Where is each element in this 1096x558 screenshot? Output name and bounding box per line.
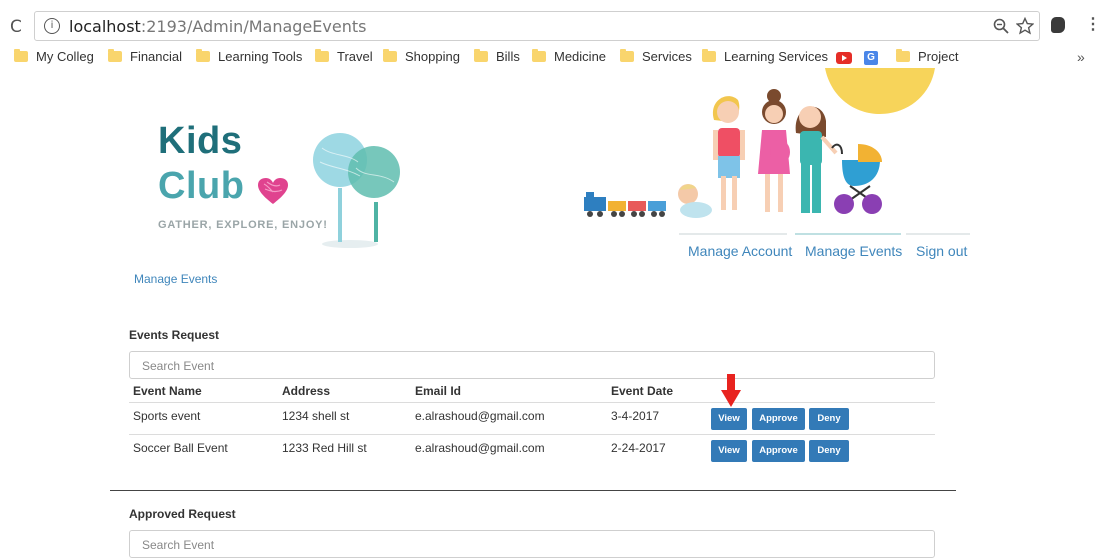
bookmarks-bar: My Colleg Financial Learning Tools Trave… xyxy=(0,46,1096,70)
approved-request-search[interactable] xyxy=(129,530,935,558)
events-request-title: Events Request xyxy=(129,328,220,342)
cell-event-date: 2-24-2017 xyxy=(611,441,666,455)
col-header-address: Address xyxy=(282,384,331,398)
bookmark-label: Learning Tools xyxy=(218,49,303,64)
reload-icon[interactable]: C xyxy=(10,17,22,37)
bookmark-label: Shopping xyxy=(405,49,460,64)
logo-kids-text: Kids xyxy=(158,120,243,162)
heart-icon xyxy=(258,178,288,204)
deny-button[interactable]: Deny xyxy=(809,408,849,430)
nav-link-manage-events[interactable]: Manage Events xyxy=(805,243,902,259)
bookmark-label: Travel xyxy=(337,49,373,64)
bookmark-learning-services[interactable]: Learning Services xyxy=(702,49,828,67)
bookmark-label: My Colleg xyxy=(36,49,94,64)
cell-address: 1234 shell st xyxy=(282,409,350,423)
logo-club-text: Club xyxy=(158,165,245,207)
view-button[interactable]: View xyxy=(711,408,747,430)
youtube-icon[interactable] xyxy=(836,52,852,64)
folder-icon xyxy=(108,49,122,62)
bookmark-bills[interactable]: Bills xyxy=(474,49,520,67)
bookmark-financial[interactable]: Financial xyxy=(108,49,182,67)
extension-icon[interactable] xyxy=(1051,17,1065,33)
cell-address: 1233 Red Hill st xyxy=(282,441,367,455)
red-arrow-icon xyxy=(721,374,741,407)
bookmark-travel[interactable]: Travel xyxy=(315,49,373,67)
cell-event-name: Sports event xyxy=(133,409,201,423)
url-host: localhost xyxy=(69,17,141,36)
cell-email: e.alrashoud@gmail.com xyxy=(415,441,545,455)
menu-icon[interactable]: ⋮ xyxy=(1085,14,1096,34)
bookmark-shopping[interactable]: Shopping xyxy=(383,49,460,67)
browser-toolbar: C i localhost:2193/Admin/ManageEvents ⋮ xyxy=(0,0,1096,42)
bookmark-label: Project xyxy=(918,49,959,64)
folder-icon xyxy=(14,49,28,62)
trees-illustration xyxy=(313,133,400,248)
folder-icon xyxy=(383,49,397,62)
zoom-icon[interactable] xyxy=(993,18,1009,34)
events-request-search[interactable] xyxy=(129,351,935,379)
bookmark-label: Learning Services xyxy=(724,49,829,64)
mother-figure-1 xyxy=(712,96,745,210)
bookmark-label: Financial xyxy=(130,49,183,64)
nav-link-manage-account[interactable]: Manage Account xyxy=(688,243,792,259)
nav-item-manage-account[interactable]: Manage Account xyxy=(679,233,792,263)
info-icon[interactable]: i xyxy=(44,18,60,34)
folder-icon xyxy=(196,49,210,62)
folder-icon xyxy=(315,49,329,62)
col-header-event-name: Event Name xyxy=(133,384,202,398)
nav-item-sign-out[interactable]: Sign out xyxy=(906,233,970,263)
star-icon[interactable] xyxy=(1016,17,1034,35)
cell-event-date: 3-4-2017 xyxy=(611,409,660,423)
address-bar[interactable]: i localhost:2193/Admin/ManageEvents xyxy=(34,11,1040,41)
nav-item-manage-events[interactable]: Manage Events xyxy=(795,233,902,263)
nav-link-sign-out[interactable]: Sign out xyxy=(916,243,967,259)
col-header-email: Email Id xyxy=(415,384,462,398)
bookmark-services[interactable]: Services xyxy=(620,49,692,67)
col-header-event-date: Event Date xyxy=(611,384,674,398)
approve-button[interactable]: Approve xyxy=(752,408,805,430)
folder-icon xyxy=(474,49,488,62)
breadcrumb[interactable]: Manage Events xyxy=(134,272,217,286)
url-text[interactable]: localhost:2193/Admin/ManageEvents xyxy=(69,17,366,36)
folder-icon xyxy=(620,49,634,62)
bookmark-label: Medicine xyxy=(554,49,607,64)
bookmark-my-colleg[interactable]: My Colleg xyxy=(14,49,94,67)
approved-request-title: Approved Request xyxy=(129,507,236,521)
folder-icon xyxy=(702,49,716,62)
cell-email: e.alrashoud@gmail.com xyxy=(415,409,545,423)
section-divider xyxy=(110,490,956,491)
more-bookmarks-icon[interactable]: » xyxy=(1077,49,1085,65)
view-button[interactable]: View xyxy=(711,440,747,462)
table-row: Soccer Ball Event 1233 Red Hill st e.alr… xyxy=(129,434,935,466)
table-row: Sports event 1234 shell st e.alrashoud@g… xyxy=(129,402,935,434)
translate-icon[interactable]: G xyxy=(864,51,878,65)
deny-button[interactable]: Deny xyxy=(809,440,849,462)
bookmark-medicine[interactable]: Medicine xyxy=(532,49,606,67)
folder-icon xyxy=(896,49,910,62)
nav-divider xyxy=(906,233,970,235)
url-path: :2193/Admin/ManageEvents xyxy=(140,17,367,36)
bookmark-label: Services xyxy=(642,49,692,64)
toy-train-illustration xyxy=(584,192,666,217)
nav-divider xyxy=(679,233,787,235)
bookmark-label: Bills xyxy=(496,49,520,64)
bookmark-project[interactable]: Project xyxy=(896,49,958,67)
approved-request-search-input[interactable] xyxy=(140,532,924,558)
bookmark-learning-tools[interactable]: Learning Tools xyxy=(196,49,302,67)
cell-event-name: Soccer Ball Event xyxy=(133,441,228,455)
approve-button[interactable]: Approve xyxy=(752,440,805,462)
folder-icon xyxy=(532,49,546,62)
nav-active-indicator xyxy=(795,233,901,235)
events-request-search-input[interactable] xyxy=(140,353,924,379)
stroller-illustration xyxy=(831,143,882,214)
